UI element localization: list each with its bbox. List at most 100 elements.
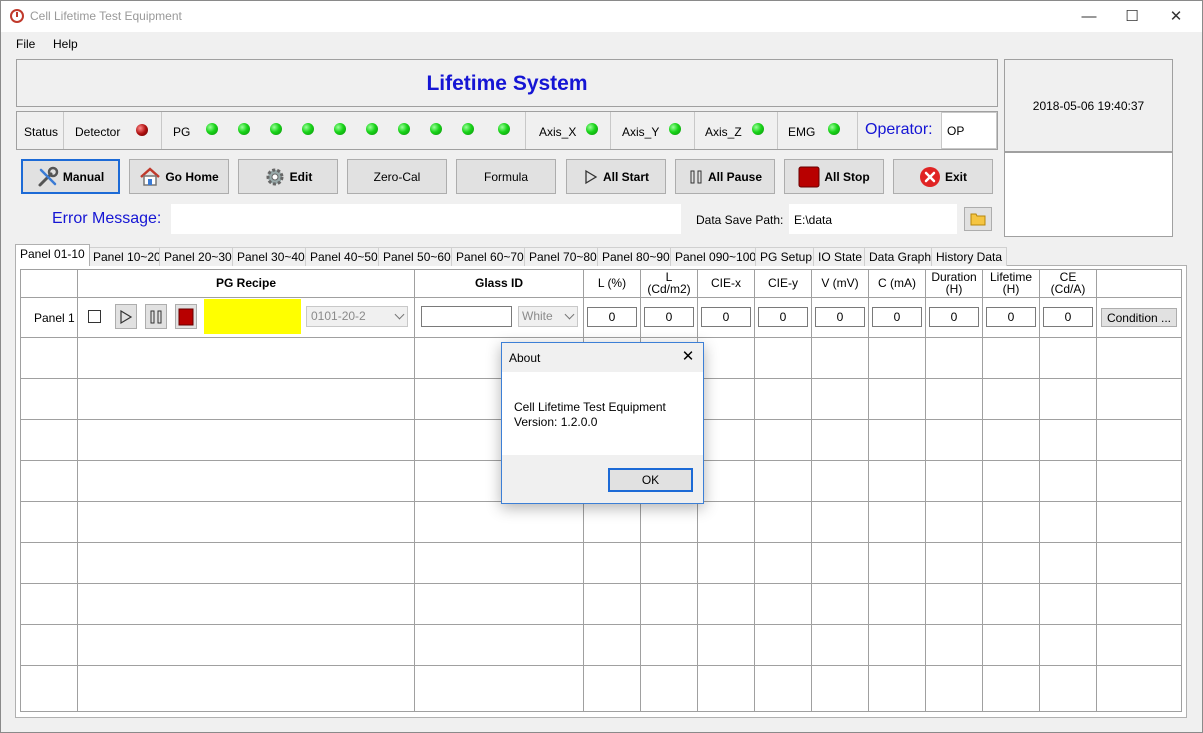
ok-button[interactable]: OK [608,468,693,492]
header-ce: CE (Cd/A) [1050,270,1086,296]
axis-y-led [669,123,681,135]
about-dialog-title: About [509,351,541,365]
lifetime-field[interactable]: 0 [986,307,1036,327]
tab-pg-setup[interactable]: PG Setup [755,247,818,266]
pg-led-5 [334,123,346,135]
close-window-button[interactable]: ✕ [1153,1,1199,31]
grid-col-line [754,269,755,712]
header-cie-x: CIE-x [711,276,741,290]
cie-y-field[interactable]: 0 [758,307,808,327]
stop-icon [178,308,194,325]
tab-panel-30-40[interactable]: Panel 30~40 [232,247,310,266]
formula-label: Formula [483,169,528,184]
tab-panel-40-50[interactable]: Panel 40~50 [305,247,383,266]
operator-label: Operator: [865,121,933,138]
header-l-cdm2: L (Cd/m2) [647,270,691,296]
l-pct-field[interactable]: 0 [587,307,637,327]
pg-led-2 [238,123,250,135]
panel-pause-button[interactable] [145,304,167,329]
error-message-label: Error Message: [52,210,162,227]
all-pause-label: All Pause [707,169,763,184]
header-c-ma: C (mA) [878,276,916,290]
cie-x-field[interactable]: 0 [701,307,751,327]
tab-history-data[interactable]: History Data [931,247,1008,266]
go-home-button[interactable]: Go Home [129,159,229,194]
header-lifetime: Lifetime (H) [989,270,1033,296]
folder-icon [970,213,986,226]
panel-stop-button[interactable] [175,304,197,329]
pg-led-4 [302,123,314,135]
duration-field[interactable]: 0 [929,307,979,327]
pg-led-3 [270,123,282,135]
grid-row-line [20,665,1182,666]
zero-cal-button[interactable]: Zero-Cal [347,159,447,194]
system-title-panel: Lifetime System [16,59,998,107]
color-dropdown[interactable]: White [518,306,578,327]
menu-help[interactable]: Help [53,37,78,51]
color-value: White [522,309,553,323]
exit-label: Exit [944,169,967,184]
all-start-button[interactable]: All Start [566,159,666,194]
pg-led-1 [206,123,218,135]
tab-panel-50-60[interactable]: Panel 50~60 [378,247,456,266]
glass-id-input[interactable] [421,306,512,327]
recipe-dropdown[interactable]: 0101-20-2 [306,306,408,327]
dialog-close-icon[interactable]: ✕ [679,347,697,365]
pause-icon [150,310,162,323]
axis-x-label: Axis_X [539,125,577,139]
panel-start-button[interactable] [115,304,137,329]
header-l-pct: L (%) [597,276,627,290]
grid-row-line [20,542,1182,543]
tab-panel-20-30[interactable]: Panel 20~30 [159,247,237,266]
edit-label: Edit [289,169,313,184]
wrench-screwdriver-icon [38,166,59,186]
tab-panel-60-70[interactable]: Panel 60~70 [451,247,529,266]
tab-panel-01-10[interactable]: Panel 01-10 [15,244,90,266]
condition-button[interactable]: Condition ... [1101,308,1177,327]
tab-panel-10-20[interactable]: Panel 10~20 [88,247,166,266]
grid-col-line [414,269,415,712]
ce-field[interactable]: 0 [1043,307,1093,327]
gear-icon [266,168,284,185]
error-message-field[interactable] [171,204,681,234]
l-cdm2-field[interactable]: 0 [644,307,694,327]
menu-bar [1,33,1202,55]
status-label: Status [24,125,59,139]
window-title: Cell Lifetime Test Equipment [30,9,182,23]
c-ma-field[interactable]: 0 [872,307,922,327]
maximize-button[interactable]: ☐ [1109,1,1155,31]
axis-x-led [586,123,598,135]
all-start-label: All Start [602,169,649,184]
minimize-button[interactable]: — [1066,1,1112,31]
all-pause-button[interactable]: All Pause [675,159,775,194]
tab-panel-80-90[interactable]: Panel 80~90 [597,247,675,266]
exit-button[interactable]: Exit [893,159,993,194]
tab-io-state[interactable]: IO State [813,247,868,266]
row-panel-label: Panel 1 [34,311,75,325]
emg-led [828,123,840,135]
pg-led-6 [366,123,378,135]
grid-row-line [20,624,1182,625]
header-duration: Duration (H) [931,270,977,296]
tab-data-graph[interactable]: Data Graph [864,247,937,266]
header-pg-recipe: PG Recipe [215,276,277,290]
v-mv-field[interactable]: 0 [815,307,865,327]
formula-button[interactable]: Formula [456,159,556,194]
tab-panel-70-80[interactable]: Panel 70~80 [524,247,602,266]
go-home-label: Go Home [165,169,219,184]
close-circle-icon [919,166,940,187]
app-icon [10,9,24,23]
emg-label: EMG [788,125,816,139]
manual-label: Manual [62,169,105,184]
tab-panel-090-100[interactable]: Panel 090~100 [670,247,762,266]
all-stop-button[interactable]: All Stop [784,159,884,194]
header-v-mv: V (mV) [821,276,859,290]
edit-button[interactable]: Edit [238,159,338,194]
grid-col-line [1096,269,1097,712]
browse-folder-button[interactable] [964,207,992,231]
manual-button[interactable]: Manual [21,159,120,194]
menu-file[interactable]: File [16,37,35,51]
pg-led-9 [462,123,474,135]
axis-z-label: Axis_Z [705,125,742,139]
panel-checkbox[interactable] [88,310,101,323]
